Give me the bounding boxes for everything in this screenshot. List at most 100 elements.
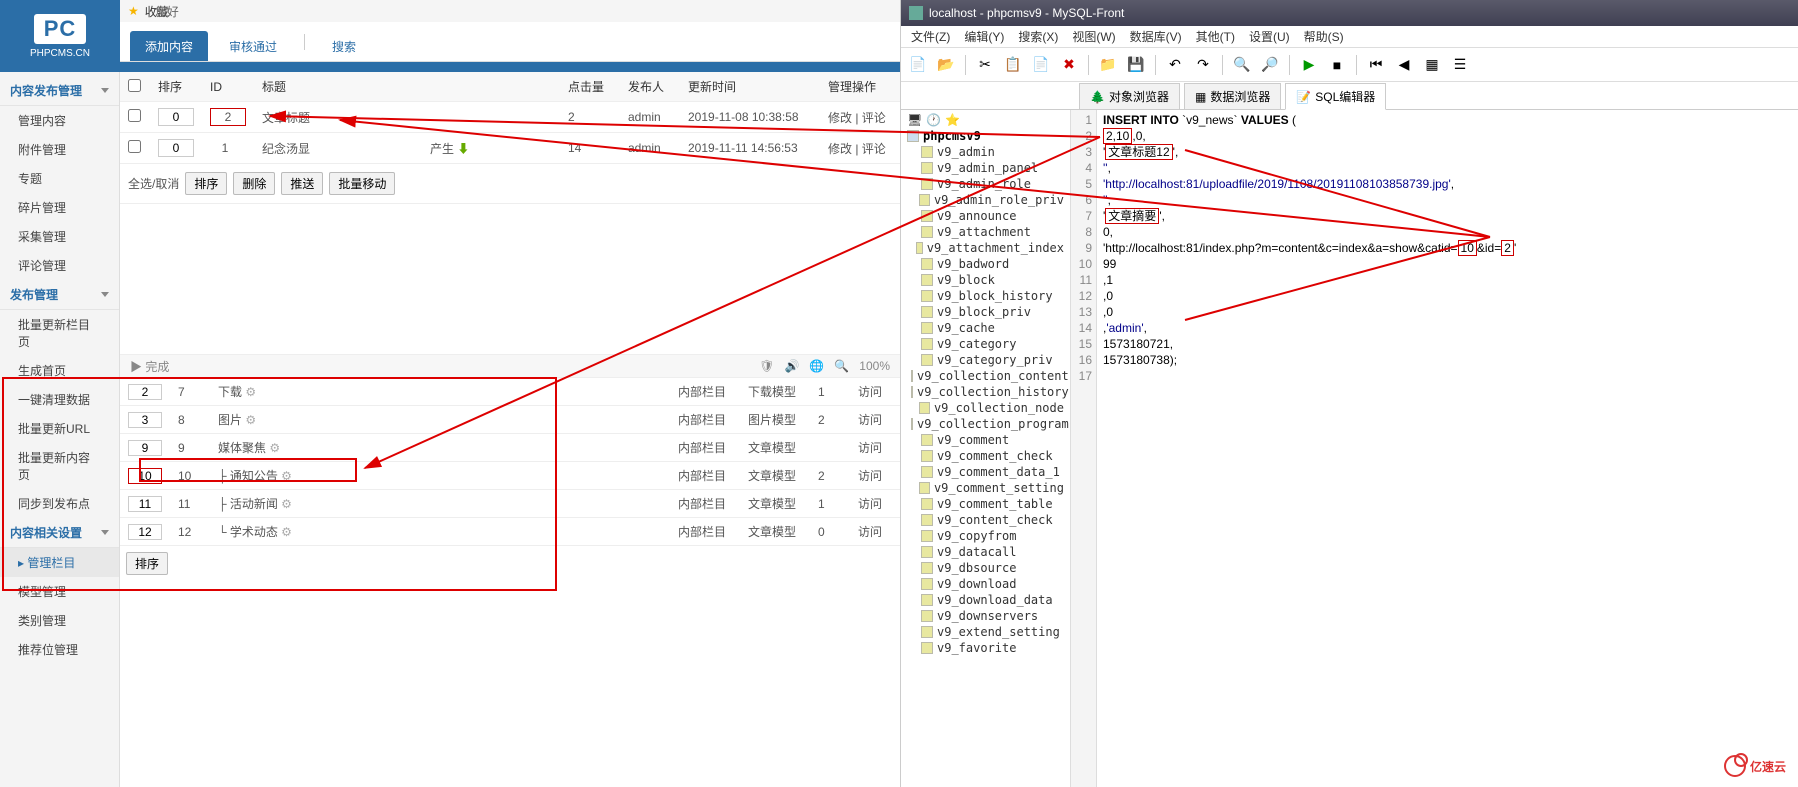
gear-icon[interactable]: ⚙ — [269, 441, 280, 455]
cat-sort-input[interactable] — [128, 384, 162, 400]
tree-table[interactable]: v9_download_data — [903, 592, 1068, 608]
cat-sort-button[interactable]: 排序 — [126, 552, 168, 575]
copy-icon[interactable]: 📋 — [1002, 54, 1024, 76]
menu-item[interactable]: 其他(T) — [1190, 26, 1241, 47]
grid-icon[interactable]: ▦ — [1421, 54, 1443, 76]
tree-table[interactable]: v9_collection_program — [903, 416, 1068, 432]
list-icon[interactable]: ☰ — [1449, 54, 1471, 76]
tree-table[interactable]: v9_favorite — [903, 640, 1068, 656]
save-icon[interactable]: 💾 — [1125, 54, 1147, 76]
run-icon[interactable]: ▶ — [1298, 54, 1320, 76]
tree-table[interactable]: v9_collection_node — [903, 400, 1068, 416]
sidebar-item-type[interactable]: 类别管理 — [0, 606, 119, 635]
tree-table[interactable]: v9_block — [903, 272, 1068, 288]
cat-sort-input[interactable] — [128, 496, 162, 512]
tab-data-browser[interactable]: ▦数据浏览器 — [1184, 83, 1281, 109]
search-button[interactable]: 搜索 — [317, 31, 371, 61]
undo-icon[interactable]: ↶ — [1164, 54, 1186, 76]
menu-item[interactable]: 搜索(X) — [1012, 26, 1064, 47]
cat-name[interactable]: 图片 ⚙ — [210, 406, 670, 434]
sidebar-item-collect[interactable]: 采集管理 — [0, 222, 119, 251]
cat-sort-input[interactable] — [128, 440, 162, 456]
approve-button[interactable]: 审核通过 — [214, 31, 292, 61]
prev-icon[interactable]: ◀ — [1393, 54, 1415, 76]
paste-icon[interactable]: 📄 — [1030, 54, 1052, 76]
tree-table[interactable]: v9_collection_history — [903, 384, 1068, 400]
tree-table[interactable]: v9_admin_role_priv — [903, 192, 1068, 208]
sidebar-item-batch-content[interactable]: 批量更新内容页 — [0, 443, 119, 489]
checkbox-all[interactable] — [128, 79, 141, 92]
cat-name[interactable]: 下载 ⚙ — [210, 378, 670, 406]
sort-input[interactable] — [158, 139, 194, 157]
tree-table[interactable]: v9_content_check — [903, 512, 1068, 528]
tree-table[interactable]: v9_extend_setting — [903, 624, 1068, 640]
sidebar-item-topics[interactable]: 专题 — [0, 164, 119, 193]
cat-sort-input[interactable] — [128, 524, 162, 540]
gear-icon[interactable]: ⚙ — [281, 469, 292, 483]
sidebar-group-content[interactable]: 内容发布管理 — [0, 76, 119, 106]
row-title[interactable]: 文章标题 — [254, 102, 560, 133]
tree-table[interactable]: v9_copyfrom — [903, 528, 1068, 544]
sidebar-item-fragments[interactable]: 碎片管理 — [0, 193, 119, 222]
delete-icon[interactable]: ✖ — [1058, 54, 1080, 76]
move-button[interactable]: 批量移动 — [329, 172, 395, 195]
tree-table[interactable]: v9_category — [903, 336, 1068, 352]
stop-icon[interactable]: ■ — [1326, 54, 1348, 76]
redo-icon[interactable]: ↷ — [1192, 54, 1214, 76]
tree-table[interactable]: v9_attachment_index — [903, 240, 1068, 256]
menu-item[interactable]: 文件(Z) — [905, 26, 956, 47]
cat-act[interactable]: 访问 — [850, 378, 900, 406]
sidebar-item-attachments[interactable]: 附件管理 — [0, 135, 119, 164]
sidebar-group-settings[interactable]: 内容相关设置 — [0, 518, 119, 548]
sidebar-item-onekey-clean[interactable]: 一键清理数据 — [0, 385, 119, 414]
tree-table[interactable]: v9_category_priv — [903, 352, 1068, 368]
tab-object-browser[interactable]: 🌲对象浏览器 — [1079, 83, 1180, 109]
gear-icon[interactable]: ⚙ — [281, 497, 292, 511]
sidebar-item-model[interactable]: 模型管理 — [0, 577, 119, 606]
sort-button[interactable]: 排序 — [185, 172, 227, 195]
tree-table[interactable]: v9_comment_data_1 — [903, 464, 1068, 480]
menu-item[interactable]: 数据库(V) — [1124, 26, 1188, 47]
sql-editor[interactable]: 1234567891011121314151617 INSERT INTO `v… — [1071, 110, 1798, 787]
tree-table[interactable]: v9_cache — [903, 320, 1068, 336]
gear-icon[interactable]: ⚙ — [245, 413, 256, 427]
find-next-icon[interactable]: 🔎 — [1259, 54, 1281, 76]
cat-act[interactable]: 访问 — [850, 518, 900, 546]
cat-act[interactable]: 访问 — [850, 434, 900, 462]
sidebar-item-sync[interactable]: 同步到发布点 — [0, 489, 119, 518]
cat-sort-input[interactable] — [128, 468, 162, 484]
db-tree[interactable]: 🖥🕐⭐phpcmsv9v9_adminv9_admin_panelv9_admi… — [901, 110, 1071, 787]
cat-sort-input[interactable] — [128, 412, 162, 428]
tree-table[interactable]: v9_comment_table — [903, 496, 1068, 512]
tree-table[interactable]: v9_admin_panel — [903, 160, 1068, 176]
tree-table[interactable]: v9_admin_role — [903, 176, 1068, 192]
tree-table[interactable]: v9_announce — [903, 208, 1068, 224]
tree-table[interactable]: v9_dbsource — [903, 560, 1068, 576]
tree-table[interactable]: v9_download — [903, 576, 1068, 592]
open-icon[interactable]: 📂 — [935, 54, 957, 76]
tree-table[interactable]: v9_downservers — [903, 608, 1068, 624]
cut-icon[interactable]: ✂ — [974, 54, 996, 76]
cat-name[interactable]: 媒体聚焦 ⚙ — [210, 434, 670, 462]
row-title[interactable]: 纪念汤显产生 ⬇ — [254, 133, 560, 164]
sidebar-item-position[interactable]: 推荐位管理 — [0, 635, 119, 664]
menu-item[interactable]: 编辑(Y) — [958, 26, 1010, 47]
tree-table[interactable]: v9_comment — [903, 432, 1068, 448]
sort-input[interactable] — [158, 108, 194, 126]
push-button[interactable]: 推送 — [281, 172, 323, 195]
gear-icon[interactable]: ⚙ — [245, 385, 256, 399]
cat-name[interactable]: └ 学术动态 ⚙ — [210, 518, 670, 546]
add-content-button[interactable]: 添加内容 — [130, 31, 208, 61]
tree-table[interactable]: v9_collection_content — [903, 368, 1068, 384]
sidebar-item-comments[interactable]: 评论管理 — [0, 251, 119, 280]
cat-name[interactable]: ├ 活动新闻 ⚙ — [210, 490, 670, 518]
delete-button[interactable]: 删除 — [233, 172, 275, 195]
row-checkbox[interactable] — [128, 140, 141, 153]
sidebar-item-batch-cat[interactable]: 批量更新栏目页 — [0, 310, 119, 356]
folder-icon[interactable]: 📁 — [1097, 54, 1119, 76]
sql-text[interactable]: INSERT INTO `v9_news` VALUES (2,10,0,'文章… — [1097, 110, 1798, 787]
tree-table[interactable]: v9_block_priv — [903, 304, 1068, 320]
sidebar-item-manage-category[interactable]: 管理栏目 — [0, 548, 119, 577]
tree-table[interactable]: v9_comment_check — [903, 448, 1068, 464]
sidebar-group-publish[interactable]: 发布管理 — [0, 280, 119, 310]
